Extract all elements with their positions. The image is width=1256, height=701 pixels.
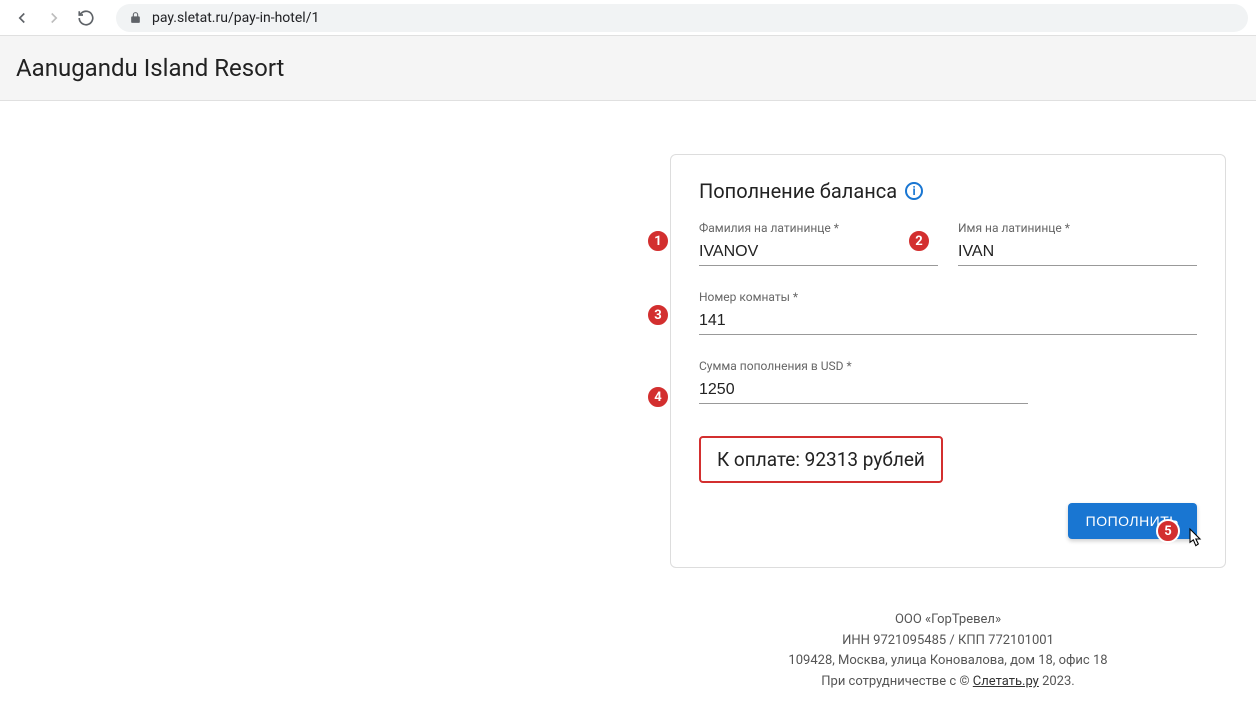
badge-3: 3 <box>646 303 670 327</box>
firstname-field: Имя на латининце * <box>958 221 1197 266</box>
forward-button[interactable] <box>44 8 64 28</box>
footer-partnership-year: 2023. <box>1039 674 1075 689</box>
form-heading-text: Пополнение баланса <box>699 179 897 203</box>
topup-form-card: Пополнение баланса i Фамилия на латининц… <box>670 154 1226 568</box>
reload-button[interactable] <box>76 8 96 28</box>
footer-partnership: При сотрудничестве с © Слетать.ру 2023. <box>670 672 1226 693</box>
payment-due-text: К оплате: 92313 рублей <box>717 448 925 471</box>
lock-icon <box>128 11 142 25</box>
page-title: Aanugandu Island Resort <box>16 54 1240 82</box>
form-heading: Пополнение баланса i <box>699 179 1197 203</box>
badge-5: 5 <box>1156 519 1180 543</box>
info-icon[interactable]: i <box>905 182 923 200</box>
submit-row: ПОПОЛНИТЬ <box>699 503 1197 539</box>
payment-due-box: К оплате: 92313 рублей <box>699 436 943 483</box>
footer-address: 109428, Москва, улица Коновалова, дом 18… <box>670 651 1226 672</box>
amount-label: Сумма пополнения в USD * <box>699 359 1028 373</box>
badge-2: 2 <box>907 229 931 253</box>
page-footer: ООО «ГорТревел» ИНН 9721095485 / КПП 772… <box>670 594 1226 701</box>
url-bar[interactable]: pay.sletat.ru/pay-in-hotel/1 <box>116 4 1248 32</box>
content-area: Пополнение баланса i Фамилия на латининц… <box>0 101 1256 701</box>
badge-1: 1 <box>646 229 670 253</box>
firstname-input[interactable] <box>958 239 1197 266</box>
firstname-label: Имя на латининце * <box>958 221 1197 235</box>
lastname-label: Фамилия на латининце * <box>699 221 938 235</box>
back-button[interactable] <box>12 8 32 28</box>
nav-arrows <box>8 8 100 28</box>
amount-field: Сумма пополнения в USD * <box>699 359 1028 404</box>
room-label: Номер комнаты * <box>699 290 1197 304</box>
footer-company: ООО «ГорТревел» <box>670 610 1226 631</box>
footer-inn-kpp: ИНН 9721095485 / КПП 772101001 <box>670 631 1226 652</box>
lastname-field: Фамилия на латининце * <box>699 221 938 266</box>
badge-4: 4 <box>646 385 670 409</box>
page-header: Aanugandu Island Resort <box>0 36 1256 101</box>
room-input[interactable] <box>699 308 1197 335</box>
amount-input[interactable] <box>699 377 1028 404</box>
footer-partnership-link[interactable]: Слетать.ру <box>973 674 1039 689</box>
browser-chrome: pay.sletat.ru/pay-in-hotel/1 <box>0 0 1256 36</box>
url-text: pay.sletat.ru/pay-in-hotel/1 <box>152 10 319 26</box>
footer-partnership-prefix: При сотрудничестве с © <box>821 674 973 689</box>
lastname-input[interactable] <box>699 239 938 266</box>
room-field: Номер комнаты * <box>699 290 1197 335</box>
